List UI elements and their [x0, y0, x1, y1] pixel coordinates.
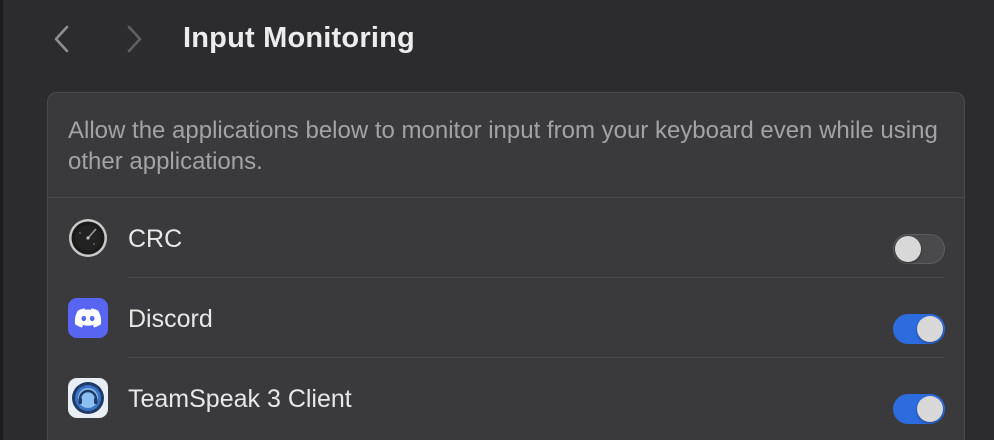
discord-icon	[68, 298, 108, 338]
back-button[interactable]	[45, 22, 79, 56]
chevron-right-icon	[127, 25, 142, 53]
app-row-crc: CRC	[48, 198, 964, 278]
toggle-knob	[917, 396, 943, 422]
crc-icon	[68, 218, 108, 258]
crc-toggle[interactable]	[893, 234, 945, 264]
app-row-teamspeak: TeamSpeak 3 Client	[48, 358, 964, 438]
app-name: Discord	[128, 305, 213, 333]
toggle-knob	[917, 316, 943, 342]
input-monitoring-panel: Allow the applications below to monitor …	[47, 92, 965, 440]
app-name: CRC	[128, 225, 183, 253]
app-name: TeamSpeak 3 Client	[128, 385, 352, 413]
chevron-left-icon	[54, 25, 69, 53]
forward-button[interactable]	[117, 22, 151, 56]
toolbar: Input Monitoring	[3, 0, 994, 80]
discord-toggle[interactable]	[893, 314, 945, 344]
panel-description: Allow the applications below to monitor …	[68, 117, 938, 175]
settings-window: Input Monitoring Allow the applications …	[0, 0, 994, 440]
page-title: Input Monitoring	[183, 22, 415, 54]
app-row-discord: Discord	[48, 278, 964, 358]
teamspeak-toggle[interactable]	[893, 394, 945, 424]
teamspeak-icon	[68, 378, 108, 418]
toggle-knob	[895, 236, 921, 262]
